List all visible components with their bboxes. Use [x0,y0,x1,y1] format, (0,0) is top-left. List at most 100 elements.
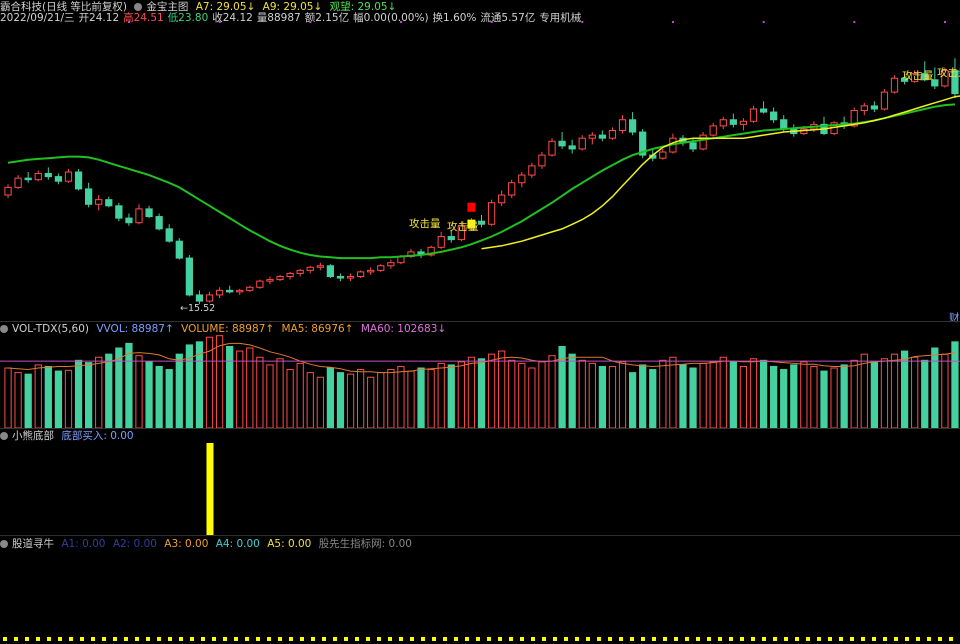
attack-volume-label-2: 攻击量 [447,221,479,233]
candle-body [326,265,335,278]
volume-bar [135,355,143,429]
volume-bar [689,367,697,429]
bottom-signal-dot [674,637,678,641]
sub1-title[interactable]: 小熊底部 [12,430,54,442]
candle-body [498,194,506,204]
vol-title[interactable]: VOL-TDX(5,60) [12,323,89,335]
bottom-signal-dot [872,637,876,641]
volume-bar [931,347,939,429]
volume-bar [316,376,324,429]
sub1-settings-icon[interactable] [0,432,8,440]
volume-bar [538,361,546,429]
attack-volume-label-1: 攻击量 [409,218,441,230]
bottom-signal-dot [520,637,524,641]
sub2-settings-icon[interactable] [0,540,8,548]
candle-body [568,145,576,150]
pane-divider-2[interactable] [0,428,960,429]
bottom-signal-dot [91,637,95,641]
bottom-signal-dot [894,637,898,641]
bottom-signal-dot [234,637,238,641]
sub2-a1: A1: 0.00 [61,538,106,550]
candle-body [246,286,254,291]
bottom-signal-dot [487,637,491,641]
sub2-a6: 股先生指标网: 0.00 [318,538,412,550]
candle-body [356,271,365,278]
bottom-signal-dot [289,637,293,641]
candle-body [236,289,244,293]
bottom-signal-dot [542,637,546,641]
volume-bar [588,362,596,429]
candle-body [105,199,113,207]
candle-body [618,119,627,132]
volume-bar [679,364,687,429]
bottom-signal-dot [58,637,62,641]
candle-body [256,280,264,288]
bottom-signal-dot [267,637,271,641]
volume-bar [236,350,244,429]
marker-dot [128,21,131,23]
volume-bar [115,347,123,429]
bottom-signal-dot [773,637,777,641]
bottom-signal-dot [344,637,348,641]
pane-divider-3[interactable] [0,535,960,536]
candle-body [709,125,717,136]
candle-body [759,108,768,113]
bottom-signal-dot [410,637,414,641]
volume-bar [256,356,264,429]
volume-bar [830,367,838,429]
volume-bar [870,361,878,429]
volume-bar [447,364,455,429]
volume-bar [699,362,707,429]
candle-body [125,217,133,224]
volume-bar [397,365,405,429]
pane-divider-1[interactable] [0,321,960,322]
candle-body [165,228,173,242]
candle-body [598,134,607,139]
volume-bar [749,358,758,429]
volume-bar [618,361,627,429]
volume-bar [528,367,536,429]
volume-bar [467,356,476,429]
bottom-signal-dot [14,637,18,641]
candle-body [115,205,123,219]
volume-bar [95,356,103,429]
bottom-signal-dot [135,637,139,641]
bottom-signal-dot [366,637,370,641]
candle-body [4,186,12,196]
bottom-signal-dot [146,637,150,641]
bottom-signal-dot [333,637,337,641]
bottom-signal-dot [311,637,315,641]
bottom-signal-dot [102,637,106,641]
volume-bar [14,372,22,429]
candle-body [719,119,727,127]
candle-body [780,119,788,130]
volume-bar [770,365,778,429]
candle-body [367,269,375,273]
volume-bar [840,364,848,429]
bottom-signal-dot [575,637,579,641]
candle-body [44,173,52,178]
volume-bar [417,367,425,429]
bottom-signal-dot [553,637,557,641]
volume-bar [649,369,657,429]
volume-bar [326,367,335,429]
bottom-signal-dot [25,637,29,641]
volume-bar [659,359,667,429]
candle-body [689,142,697,150]
candle-body [548,140,556,156]
vol-ma5-value: MA5: 86976↑ [281,323,354,335]
bottom-signal-dot [828,637,832,641]
volume-bar [85,362,93,429]
candle-body [558,140,566,147]
sub2-title[interactable]: 股道寻牛 [12,538,54,550]
bottom-signal-dot [707,637,711,641]
bottom-signal-dot [641,637,645,641]
ma-green-line [7,103,956,260]
candle-body [588,134,596,139]
volume-bar [850,359,858,429]
volume-bar [820,370,828,429]
marker-dot [672,21,675,23]
volume-settings-icon[interactable] [0,325,8,333]
volume-bar [487,353,496,429]
volume-bar [276,358,284,429]
